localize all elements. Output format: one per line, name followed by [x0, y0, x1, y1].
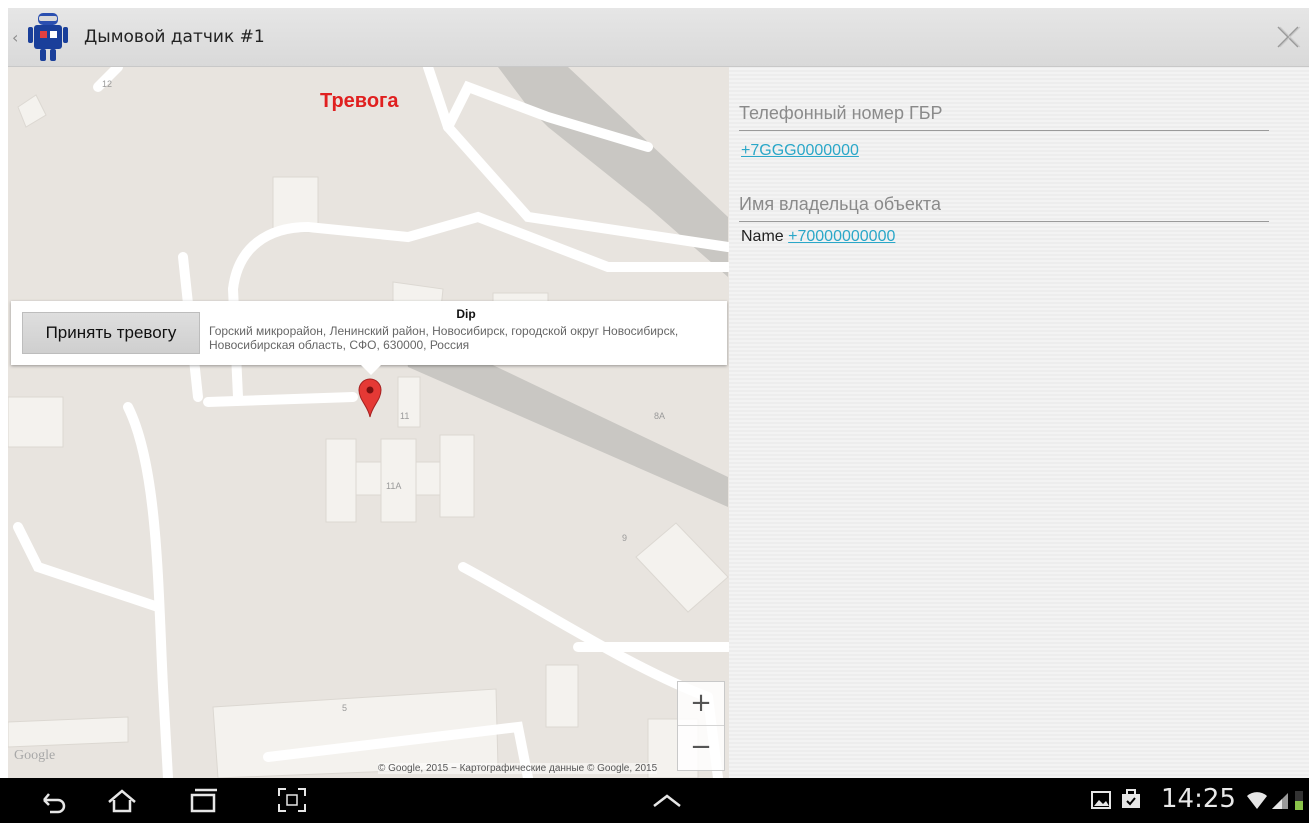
back-icon[interactable] [38, 786, 68, 814]
zoom-in-button[interactable]: + [678, 682, 724, 726]
wifi-icon [1247, 792, 1267, 809]
signal-icon [1272, 793, 1288, 809]
briefcase-icon [1122, 789, 1140, 808]
close-icon[interactable] [1273, 22, 1303, 52]
gbr-phone-header: Телефонный номер ГБР [739, 103, 1269, 131]
battery-icon [1295, 791, 1303, 810]
building-label: 11A [386, 481, 402, 491]
robot-app-icon[interactable] [26, 11, 70, 63]
google-logo: Google [14, 748, 56, 763]
building-label: 8A [654, 411, 666, 421]
recent-apps-icon[interactable] [186, 786, 220, 814]
status-clock: 14:25 [1161, 784, 1236, 814]
building-label: 11 [400, 411, 410, 421]
up-caret-icon[interactable]: ‹ [12, 28, 18, 47]
zoom-out-button[interactable]: − [678, 726, 724, 769]
app-window: ‹ Дымовой датчик #1 Тревога 12 11 11A 8A… [8, 8, 1309, 778]
alarm-status-label: Тревога [320, 90, 399, 112]
map-roads [8, 67, 729, 778]
building-label: 12 [102, 79, 113, 89]
owner-phone-link[interactable]: +70000000000 [788, 228, 895, 245]
zoom-controls: + − [677, 681, 725, 771]
owner-row: Name +70000000000 [741, 228, 895, 246]
map-marker-pin-icon[interactable] [358, 378, 382, 418]
gbr-phone-link[interactable]: +7GGG0000000 [741, 142, 859, 160]
accept-alarm-button[interactable]: Принять тревогу [22, 312, 200, 354]
owner-name-header: Имя владельца объекта [739, 194, 1269, 222]
marker-title: Dip [456, 307, 476, 321]
system-bar: 14:25 [0, 778, 1309, 823]
action-bar: ‹ Дымовой датчик #1 [8, 8, 1309, 67]
details-panel: Телефонный номер ГБР +7GGG0000000 Имя вл… [729, 67, 1309, 778]
marker-address: Горский микрорайон, Ленинский район, Нов… [209, 324, 679, 352]
building-label: 5 [342, 703, 348, 713]
app-title: Дымовой датчик #1 [84, 27, 265, 47]
chevron-up-icon[interactable] [650, 786, 684, 814]
owner-name: Name [741, 228, 784, 245]
map-view[interactable]: Тревога 12 11 11A 8A 9 5 Принять тревогу… [8, 67, 729, 778]
gallery-icon [1091, 791, 1111, 809]
building-label: 9 [622, 533, 628, 543]
map-copyright: © Google, 2015 − Картографические данные… [378, 763, 658, 774]
marker-info-window[interactable]: Принять тревогу Dip Горский микрорайон, … [11, 301, 727, 375]
screenshot-icon[interactable] [275, 786, 309, 814]
home-icon[interactable] [105, 786, 139, 814]
